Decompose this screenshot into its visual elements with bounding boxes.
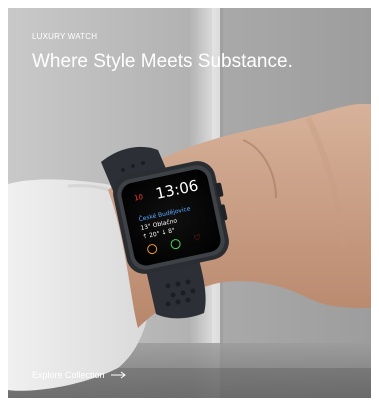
watch-heart-icon: ♡ — [192, 232, 202, 244]
watch-face: 10 13:06 České Budějovice 13° Oblačno ↑ … — [119, 167, 223, 267]
watch-timer-icon — [146, 243, 159, 256]
explore-collection-label: Explore Collection — [32, 370, 105, 380]
watch-date: 10 — [133, 192, 144, 203]
explore-collection-link[interactable]: Explore Collection — [32, 370, 127, 380]
hero-banner: 10 13:06 České Budějovice 13° Oblačno ↑ … — [8, 8, 371, 398]
watch-time: 13:06 — [153, 176, 200, 203]
hero-headline: Where Style Meets Substance. — [32, 51, 293, 72]
hero-eyebrow: LUXURY WATCH — [32, 32, 98, 41]
watch-activity-icon — [169, 238, 182, 251]
arrow-right-icon — [110, 371, 126, 379]
